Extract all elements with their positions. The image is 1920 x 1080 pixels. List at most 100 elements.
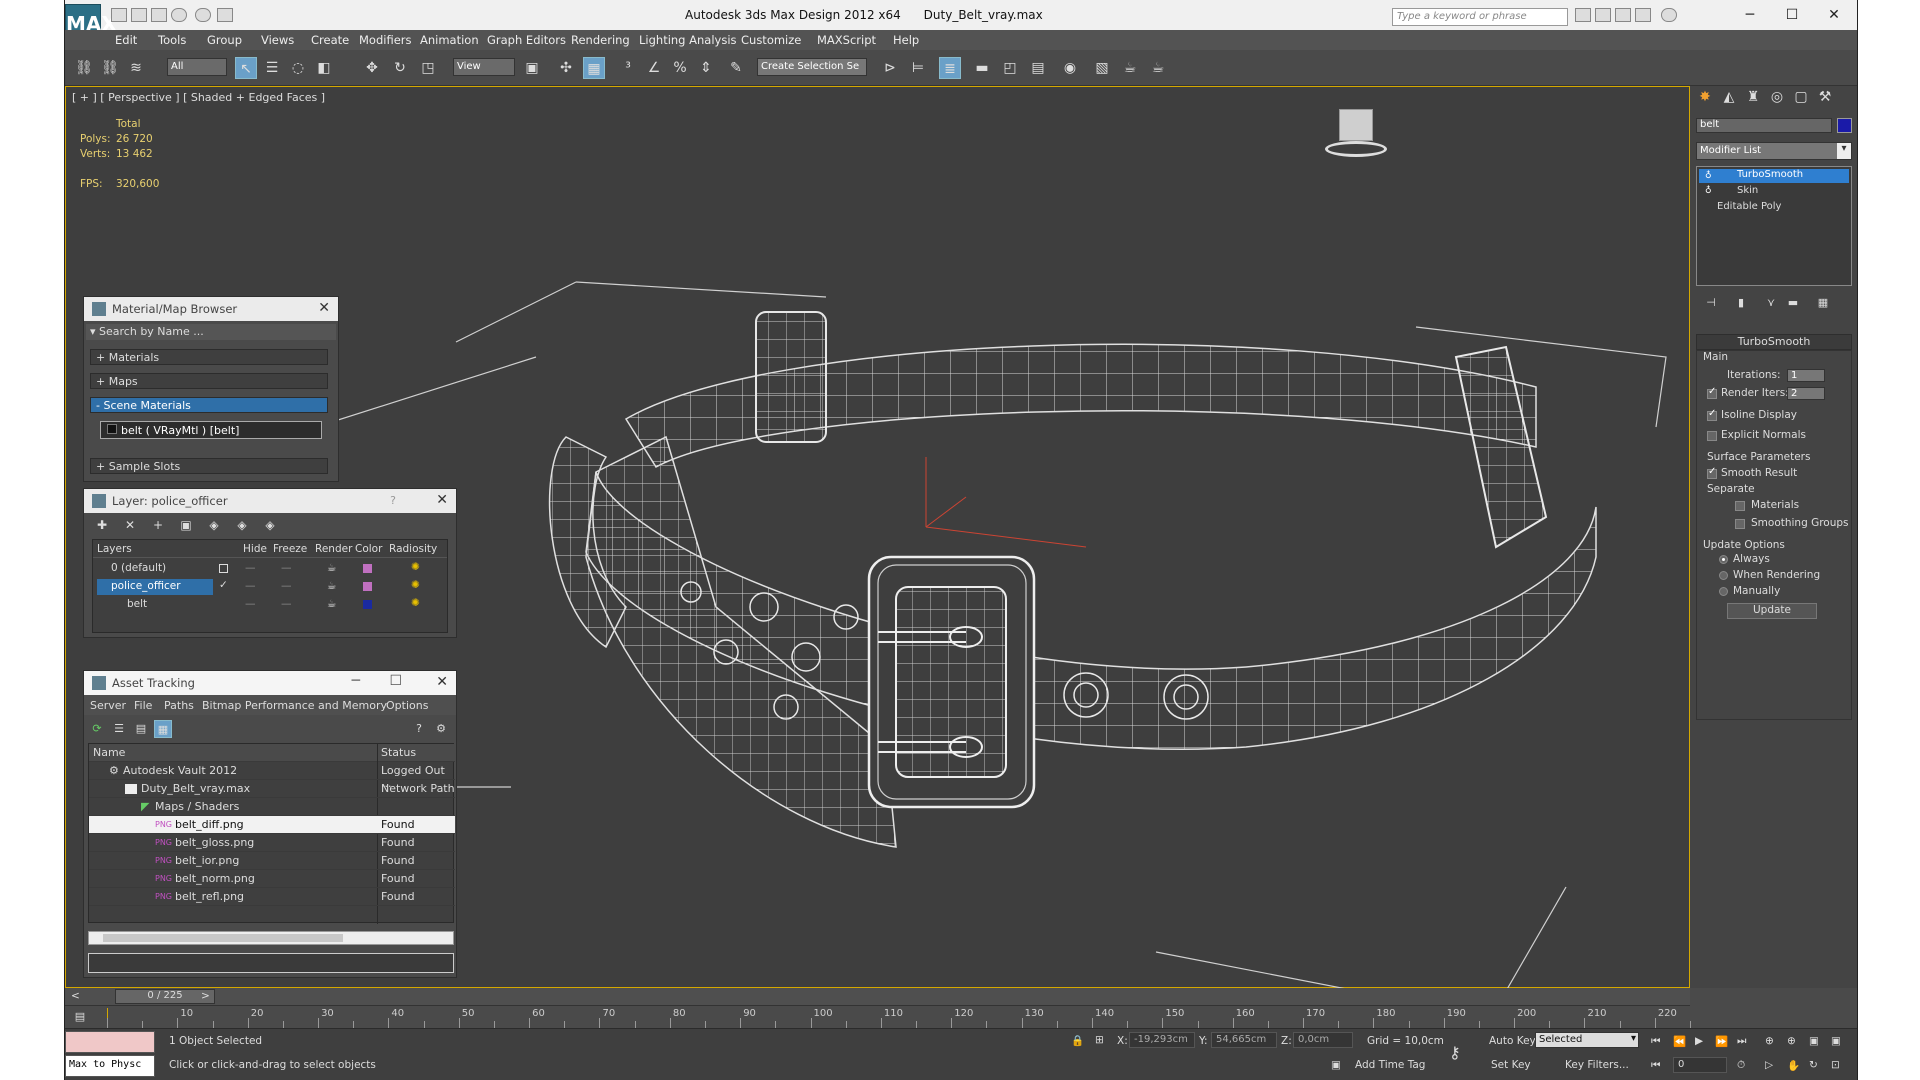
highlight-layer-icon[interactable]: ◈ [204, 516, 224, 534]
menu-views[interactable]: Views [261, 33, 294, 47]
menu-customize[interactable]: Customize [741, 33, 801, 47]
make-unique-icon[interactable]: ⋎ [1760, 292, 1782, 314]
undo-icon[interactable] [171, 8, 187, 22]
project-icon[interactable] [217, 8, 233, 22]
spinner-snap-icon[interactable]: ⇕ [695, 57, 717, 79]
update-button[interactable]: Update [1727, 603, 1817, 619]
menu-help[interactable]: Help [893, 33, 919, 47]
freeze-toggle[interactable]: — [281, 580, 292, 592]
asset-row[interactable]: PNG belt_refl.png Found [89, 888, 455, 906]
menu-maxscript[interactable]: MAXScript [817, 33, 876, 47]
menu-group[interactable]: Group [207, 33, 242, 47]
mini-curve-editor-icon[interactable]: ▤ [65, 1008, 95, 1026]
pin-stack-icon[interactable]: ⊣ [1700, 292, 1722, 314]
smoothing-groups-checkbox[interactable] [1735, 519, 1745, 529]
asset-row-selected[interactable]: PNG belt_diff.png Found [89, 816, 455, 834]
schematic-view-icon[interactable]: ▤ [1027, 57, 1049, 79]
asset-help-icon[interactable]: ? [410, 720, 428, 738]
key-mode-icon[interactable]: ⏮ [1651, 1059, 1660, 1072]
minimize-button[interactable]: ─ [1735, 4, 1765, 26]
unlink-icon[interactable]: ⛓ [99, 57, 121, 79]
maxscript-mini-listener[interactable]: Max to Physc [65, 1055, 155, 1077]
fov-icon[interactable]: ▷ [1765, 1059, 1773, 1071]
col-name[interactable]: Name [93, 746, 125, 759]
isoline-display-checkbox[interactable] [1707, 408, 1717, 421]
stack-item-turbosmooth[interactable]: TurboSmooth [1699, 169, 1849, 183]
asset-maximize-button[interactable]: ☐ [389, 673, 402, 689]
freeze-all-icon[interactable]: ◈ [260, 516, 280, 534]
lightbulb-icon[interactable]: ♁ [1705, 171, 1712, 181]
radiosity-icon[interactable]: ✺ [411, 561, 420, 573]
snaps-toggle-icon[interactable]: ³ [617, 57, 639, 79]
asset-horizontal-scrollbar[interactable] [88, 931, 454, 945]
layer-color-swatch[interactable] [363, 564, 372, 573]
region-select-icon[interactable]: ◌ [287, 57, 309, 79]
turbosmooth-rollout-header[interactable]: TurboSmooth [1696, 334, 1852, 350]
key-filters-button[interactable]: Key Filters... [1565, 1059, 1629, 1071]
binoculars-icon[interactable] [1575, 8, 1591, 22]
layer-row-belt[interactable]: belt — — ☕ ✺ [93, 596, 447, 614]
asset-menu-options[interactable]: Options [386, 699, 428, 712]
maximize-button[interactable]: ☐ [1777, 4, 1807, 26]
materials-checkbox[interactable] [1735, 501, 1745, 511]
rotate-icon[interactable]: ↻ [389, 57, 411, 79]
time-tag-icon[interactable]: ▣ [1331, 1059, 1341, 1071]
angle-snap-icon[interactable]: ∠ [643, 57, 665, 79]
sample-slots-group[interactable]: + Sample Slots [90, 458, 328, 474]
new-icon[interactable] [111, 8, 127, 22]
configure-sets-icon[interactable]: ▦ [1812, 292, 1834, 314]
pivot-center-icon[interactable]: ▣ [521, 57, 543, 79]
modifier-list-dropdown[interactable]: Modifier List ▾ [1696, 142, 1852, 160]
next-frame-icon[interactable]: ⏩ [1715, 1035, 1728, 1048]
x-coordinate-field[interactable]: -19,293cm [1129, 1032, 1195, 1048]
asset-settings-icon[interactable]: ⚙ [432, 720, 450, 738]
asset-close-button[interactable]: ✕ [436, 674, 448, 690]
asset-row[interactable]: ◤ Maps / Shaders [89, 798, 455, 816]
radiosity-icon[interactable]: ✺ [411, 597, 420, 609]
add-to-layer-icon[interactable]: + [148, 516, 168, 534]
move-icon[interactable]: ✥ [361, 57, 383, 79]
asset-row[interactable]: PNG belt_norm.png Found [89, 870, 455, 888]
maximize-viewport-icon[interactable]: ⊡ [1831, 1059, 1840, 1071]
time-slider-next-icon[interactable]: > [201, 990, 210, 1002]
rendered-frame-icon[interactable]: ☕ [1119, 57, 1141, 79]
time-slider-prev-icon[interactable]: < [71, 990, 80, 1002]
link-icon[interactable]: ⛓ [73, 57, 95, 79]
prev-frame-icon[interactable]: ⏪ [1673, 1035, 1686, 1048]
save-icon[interactable] [151, 8, 167, 22]
set-key-button[interactable]: Set Key [1491, 1059, 1531, 1071]
explicit-normals-checkbox[interactable] [1707, 431, 1717, 441]
goto-start-icon[interactable]: ⏮ [1651, 1035, 1660, 1048]
current-layer-checkbox[interactable] [219, 564, 228, 573]
create-tab-icon[interactable]: ✸ [1694, 86, 1716, 108]
show-end-result-icon[interactable]: ▮ [1730, 292, 1752, 314]
close-button[interactable]: ✕ [1819, 4, 1849, 26]
bind-spacewarp-icon[interactable]: ≋ [125, 57, 147, 79]
menu-animation[interactable]: Animation [420, 33, 479, 47]
auto-key-button[interactable]: Auto Key [1489, 1035, 1536, 1047]
iterations-spinner[interactable]: 1 [1787, 369, 1825, 382]
viewcube[interactable] [1311, 105, 1387, 157]
motion-tab-icon[interactable]: ◎ [1766, 86, 1788, 108]
zoom-extents-all-icon[interactable]: ▣ [1831, 1035, 1841, 1047]
when-rendering-radio[interactable] [1719, 571, 1728, 580]
add-time-tag-button[interactable]: Add Time Tag [1355, 1059, 1425, 1071]
absolute-mode-icon[interactable]: ⊞ [1095, 1034, 1104, 1046]
scale-icon[interactable]: ◳ [417, 57, 439, 79]
orbit-icon[interactable]: ↻ [1809, 1059, 1818, 1071]
time-config-icon[interactable]: ⏱ [1737, 1059, 1745, 1072]
selection-filter-dropdown[interactable]: All [167, 58, 227, 76]
asset-row[interactable]: PNG belt_gloss.png Found [89, 834, 455, 852]
maps-group[interactable]: + Maps [90, 373, 328, 389]
menu-modifiers[interactable]: Modifiers [359, 33, 412, 47]
remove-modifier-icon[interactable]: ▬ [1782, 292, 1804, 314]
object-color-swatch[interactable] [1837, 118, 1852, 133]
display-tab-icon[interactable]: ▢ [1790, 86, 1812, 108]
stack-item-editable-poly[interactable]: Editable Poly [1699, 201, 1849, 215]
edit-named-selection-icon[interactable]: ✎ [725, 57, 747, 79]
play-icon[interactable]: ▶ [1695, 1035, 1703, 1047]
manually-radio[interactable] [1719, 587, 1728, 596]
zoom-icon[interactable]: ⊕ [1765, 1035, 1774, 1047]
asset-menu-paths[interactable]: Paths [164, 699, 194, 712]
comm-center-icon[interactable] [1615, 8, 1631, 22]
